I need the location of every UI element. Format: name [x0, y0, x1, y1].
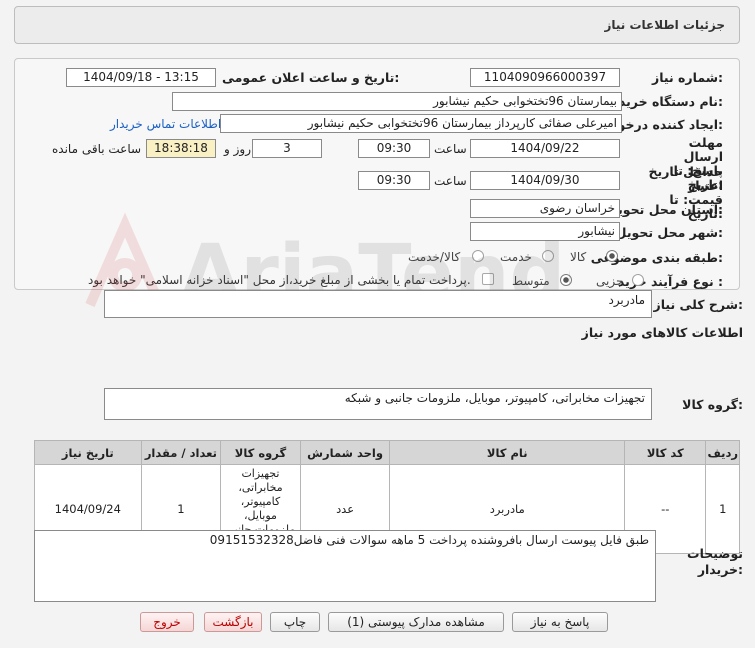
- validity-time-label: ساعت: [434, 174, 467, 188]
- category-radio-goods-service[interactable]: [472, 250, 484, 262]
- category-option-goods: کالا: [570, 250, 587, 264]
- announce-label: تاریخ و ساعت اعلان عمومی:: [222, 70, 400, 85]
- reply-time-field: 09:30: [358, 139, 430, 158]
- treasury-checkbox[interactable]: [482, 273, 494, 285]
- goods-group-field: تجهیزات مخابراتی، کامپیوتر، موبایل، ملزو…: [104, 388, 652, 420]
- buyer-org-field: بیمارستان 96تختخوابی حکیم نیشابور: [172, 92, 622, 111]
- col-header-row-number: ردیف: [705, 440, 740, 465]
- page-title: جزئیات اطلاعات نیاز: [604, 18, 725, 32]
- contact-buyer-link[interactable]: اطلاعات تماس خریدار: [110, 117, 221, 131]
- category-option-service: خدمت: [500, 250, 532, 264]
- days-field: 3: [252, 139, 322, 158]
- reply-button[interactable]: پاسخ به نیاز: [512, 612, 608, 632]
- process-option-minor: جزیی: [596, 274, 624, 288]
- buyer-notes-label: توضیحات خریدار:: [687, 546, 743, 577]
- cell-row-number: 1: [705, 464, 740, 554]
- buyer-org-label: نام دستگاه خریدار:: [607, 94, 723, 109]
- goods-group-label: گروه کالا:: [682, 397, 743, 412]
- buyer-notes-field: طبق فایل پیوست ارسال بافروشنده پرداخت 5 …: [34, 530, 656, 602]
- col-header-name: نام کالا: [389, 440, 626, 465]
- col-header-code: کد کالا: [624, 440, 707, 465]
- process-radio-medium[interactable]: [560, 274, 572, 286]
- province-label: استان محل تحویل:: [606, 202, 723, 217]
- col-header-date: تاریخ نیاز: [34, 440, 142, 465]
- print-button[interactable]: چاپ: [270, 612, 320, 632]
- treasury-note: پرداخت تمام یا بخشی از مبلغ خرید،از محل …: [88, 273, 471, 287]
- process-option-medium: متوسط: [512, 274, 550, 288]
- table-header-row: ردیف کد کالا نام کالا واحد شمارش گروه کا…: [34, 440, 740, 465]
- back-button[interactable]: بازگشت: [204, 612, 262, 632]
- need-number-label: شماره نیاز:: [652, 70, 723, 85]
- announce-field: 1404/09/18 - 13:15: [66, 68, 216, 87]
- process-radio-minor[interactable]: [632, 274, 644, 286]
- need-number-field: 1104090966000397: [470, 68, 620, 87]
- city-label: شهر محل تحویل:: [615, 225, 723, 240]
- summary-field: مادربرد: [104, 290, 652, 318]
- province-field: خراسان رضوی: [470, 199, 620, 218]
- col-header-quantity: تعداد / مقدار: [140, 440, 222, 465]
- goods-section-title: اطلاعات کالاهای مورد نیاز: [581, 325, 743, 340]
- validity-date-field: 1404/09/30: [470, 171, 620, 190]
- reply-time-label: ساعت: [434, 142, 467, 156]
- remaining-time-field: 18:38:18: [146, 139, 216, 158]
- category-radio-goods[interactable]: [606, 250, 618, 262]
- col-header-group: گروه کالا: [220, 440, 301, 465]
- days-label: روز و: [224, 142, 251, 156]
- col-header-unit: واحد شمارش: [299, 440, 391, 465]
- summary-label: شرح کلی نیاز:: [653, 297, 744, 312]
- category-radio-service[interactable]: [542, 250, 554, 262]
- city-field: نیشابور: [470, 222, 620, 241]
- page-header: جزئیات اطلاعات نیاز: [14, 6, 740, 44]
- creator-field: امیرعلی صفائی کارپرداز بیمارستان 96تختخو…: [220, 114, 622, 133]
- view-attachments-button[interactable]: مشاهده مدارک پیوستی (1): [328, 612, 504, 632]
- reply-date-field: 1404/09/22: [470, 139, 620, 158]
- validity-time-field: 09:30: [358, 171, 430, 190]
- category-option-goods-service: کالا/خدمت: [408, 250, 461, 264]
- remaining-label: ساعت باقی مانده: [52, 142, 142, 156]
- exit-button[interactable]: خروج: [140, 612, 194, 632]
